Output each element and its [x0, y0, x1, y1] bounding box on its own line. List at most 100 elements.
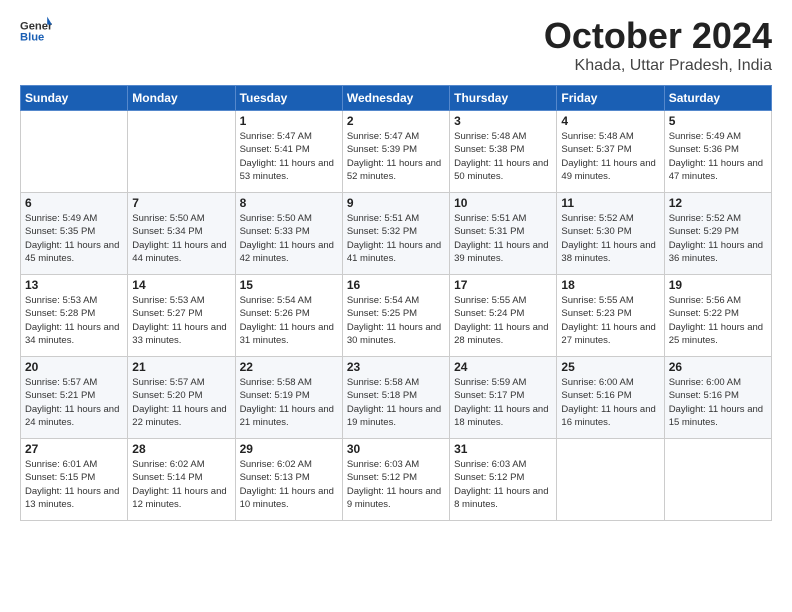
- day-info: Sunrise: 5:50 AMSunset: 5:33 PMDaylight:…: [240, 212, 338, 265]
- day-info: Sunrise: 5:58 AMSunset: 5:19 PMDaylight:…: [240, 376, 338, 429]
- week-row-0: 1 Sunrise: 5:47 AMSunset: 5:41 PMDayligh…: [21, 111, 772, 193]
- day-cell: 1 Sunrise: 5:47 AMSunset: 5:41 PMDayligh…: [235, 111, 342, 193]
- day-info: Sunrise: 5:47 AMSunset: 5:39 PMDaylight:…: [347, 130, 445, 183]
- day-cell: 21 Sunrise: 5:57 AMSunset: 5:20 PMDaylig…: [128, 357, 235, 439]
- day-number: 4: [561, 114, 659, 128]
- day-cell: 28 Sunrise: 6:02 AMSunset: 5:14 PMDaylig…: [128, 439, 235, 521]
- day-info: Sunrise: 5:51 AMSunset: 5:32 PMDaylight:…: [347, 212, 445, 265]
- logo-icon: General Blue: [20, 15, 52, 47]
- day-cell: [128, 111, 235, 193]
- month-title: October 2024: [544, 15, 772, 57]
- day-number: 14: [132, 278, 230, 292]
- day-number: 7: [132, 196, 230, 210]
- day-number: 22: [240, 360, 338, 374]
- day-info: Sunrise: 5:47 AMSunset: 5:41 PMDaylight:…: [240, 130, 338, 183]
- day-cell: 15 Sunrise: 5:54 AMSunset: 5:26 PMDaylig…: [235, 275, 342, 357]
- day-number: 30: [347, 442, 445, 456]
- day-number: 19: [669, 278, 767, 292]
- day-cell: 5 Sunrise: 5:49 AMSunset: 5:36 PMDayligh…: [664, 111, 771, 193]
- day-number: 16: [347, 278, 445, 292]
- day-info: Sunrise: 5:48 AMSunset: 5:38 PMDaylight:…: [454, 130, 552, 183]
- col-saturday: Saturday: [664, 86, 771, 111]
- day-cell: 29 Sunrise: 6:02 AMSunset: 5:13 PMDaylig…: [235, 439, 342, 521]
- week-row-2: 13 Sunrise: 5:53 AMSunset: 5:28 PMDaylig…: [21, 275, 772, 357]
- day-info: Sunrise: 5:49 AMSunset: 5:35 PMDaylight:…: [25, 212, 123, 265]
- day-cell: 9 Sunrise: 5:51 AMSunset: 5:32 PMDayligh…: [342, 193, 449, 275]
- day-number: 17: [454, 278, 552, 292]
- day-info: Sunrise: 6:03 AMSunset: 5:12 PMDaylight:…: [454, 458, 552, 511]
- day-number: 6: [25, 196, 123, 210]
- day-number: 18: [561, 278, 659, 292]
- day-cell: 23 Sunrise: 5:58 AMSunset: 5:18 PMDaylig…: [342, 357, 449, 439]
- day-info: Sunrise: 5:54 AMSunset: 5:25 PMDaylight:…: [347, 294, 445, 347]
- day-number: 10: [454, 196, 552, 210]
- day-cell: 14 Sunrise: 5:53 AMSunset: 5:27 PMDaylig…: [128, 275, 235, 357]
- day-number: 9: [347, 196, 445, 210]
- day-cell: [21, 111, 128, 193]
- day-cell: 16 Sunrise: 5:54 AMSunset: 5:25 PMDaylig…: [342, 275, 449, 357]
- day-info: Sunrise: 5:58 AMSunset: 5:18 PMDaylight:…: [347, 376, 445, 429]
- title-block: October 2024 Khada, Uttar Pradesh, India: [544, 15, 772, 75]
- day-cell: 13 Sunrise: 5:53 AMSunset: 5:28 PMDaylig…: [21, 275, 128, 357]
- day-cell: 25 Sunrise: 6:00 AMSunset: 5:16 PMDaylig…: [557, 357, 664, 439]
- day-number: 23: [347, 360, 445, 374]
- day-cell: 4 Sunrise: 5:48 AMSunset: 5:37 PMDayligh…: [557, 111, 664, 193]
- day-info: Sunrise: 6:01 AMSunset: 5:15 PMDaylight:…: [25, 458, 123, 511]
- day-info: Sunrise: 5:57 AMSunset: 5:21 PMDaylight:…: [25, 376, 123, 429]
- day-number: 8: [240, 196, 338, 210]
- day-number: 26: [669, 360, 767, 374]
- day-info: Sunrise: 5:55 AMSunset: 5:23 PMDaylight:…: [561, 294, 659, 347]
- day-cell: 12 Sunrise: 5:52 AMSunset: 5:29 PMDaylig…: [664, 193, 771, 275]
- day-cell: 7 Sunrise: 5:50 AMSunset: 5:34 PMDayligh…: [128, 193, 235, 275]
- day-number: 28: [132, 442, 230, 456]
- day-cell: 27 Sunrise: 6:01 AMSunset: 5:15 PMDaylig…: [21, 439, 128, 521]
- day-cell: [664, 439, 771, 521]
- col-sunday: Sunday: [21, 86, 128, 111]
- day-cell: 31 Sunrise: 6:03 AMSunset: 5:12 PMDaylig…: [450, 439, 557, 521]
- day-cell: 18 Sunrise: 5:55 AMSunset: 5:23 PMDaylig…: [557, 275, 664, 357]
- day-cell: 10 Sunrise: 5:51 AMSunset: 5:31 PMDaylig…: [450, 193, 557, 275]
- col-tuesday: Tuesday: [235, 86, 342, 111]
- day-info: Sunrise: 5:50 AMSunset: 5:34 PMDaylight:…: [132, 212, 230, 265]
- day-cell: 30 Sunrise: 6:03 AMSunset: 5:12 PMDaylig…: [342, 439, 449, 521]
- day-number: 12: [669, 196, 767, 210]
- day-info: Sunrise: 5:52 AMSunset: 5:30 PMDaylight:…: [561, 212, 659, 265]
- week-row-4: 27 Sunrise: 6:01 AMSunset: 5:15 PMDaylig…: [21, 439, 772, 521]
- day-cell: 8 Sunrise: 5:50 AMSunset: 5:33 PMDayligh…: [235, 193, 342, 275]
- day-number: 21: [132, 360, 230, 374]
- day-info: Sunrise: 5:57 AMSunset: 5:20 PMDaylight:…: [132, 376, 230, 429]
- day-cell: 11 Sunrise: 5:52 AMSunset: 5:30 PMDaylig…: [557, 193, 664, 275]
- day-info: Sunrise: 5:53 AMSunset: 5:27 PMDaylight:…: [132, 294, 230, 347]
- day-number: 11: [561, 196, 659, 210]
- day-info: Sunrise: 6:02 AMSunset: 5:14 PMDaylight:…: [132, 458, 230, 511]
- day-info: Sunrise: 6:00 AMSunset: 5:16 PMDaylight:…: [561, 376, 659, 429]
- day-number: 1: [240, 114, 338, 128]
- day-info: Sunrise: 5:53 AMSunset: 5:28 PMDaylight:…: [25, 294, 123, 347]
- day-number: 13: [25, 278, 123, 292]
- day-cell: 2 Sunrise: 5:47 AMSunset: 5:39 PMDayligh…: [342, 111, 449, 193]
- location-title: Khada, Uttar Pradesh, India: [544, 57, 772, 75]
- col-monday: Monday: [128, 86, 235, 111]
- day-number: 25: [561, 360, 659, 374]
- day-info: Sunrise: 5:59 AMSunset: 5:17 PMDaylight:…: [454, 376, 552, 429]
- day-cell: 20 Sunrise: 5:57 AMSunset: 5:21 PMDaylig…: [21, 357, 128, 439]
- day-info: Sunrise: 5:56 AMSunset: 5:22 PMDaylight:…: [669, 294, 767, 347]
- day-info: Sunrise: 5:55 AMSunset: 5:24 PMDaylight:…: [454, 294, 552, 347]
- day-info: Sunrise: 5:48 AMSunset: 5:37 PMDaylight:…: [561, 130, 659, 183]
- day-cell: [557, 439, 664, 521]
- day-number: 20: [25, 360, 123, 374]
- day-info: Sunrise: 6:00 AMSunset: 5:16 PMDaylight:…: [669, 376, 767, 429]
- day-cell: 3 Sunrise: 5:48 AMSunset: 5:38 PMDayligh…: [450, 111, 557, 193]
- svg-text:Blue: Blue: [20, 32, 44, 44]
- day-info: Sunrise: 5:52 AMSunset: 5:29 PMDaylight:…: [669, 212, 767, 265]
- day-number: 15: [240, 278, 338, 292]
- day-number: 3: [454, 114, 552, 128]
- col-thursday: Thursday: [450, 86, 557, 111]
- day-cell: 19 Sunrise: 5:56 AMSunset: 5:22 PMDaylig…: [664, 275, 771, 357]
- day-number: 27: [25, 442, 123, 456]
- col-wednesday: Wednesday: [342, 86, 449, 111]
- col-friday: Friday: [557, 86, 664, 111]
- week-row-1: 6 Sunrise: 5:49 AMSunset: 5:35 PMDayligh…: [21, 193, 772, 275]
- day-number: 5: [669, 114, 767, 128]
- day-info: Sunrise: 5:49 AMSunset: 5:36 PMDaylight:…: [669, 130, 767, 183]
